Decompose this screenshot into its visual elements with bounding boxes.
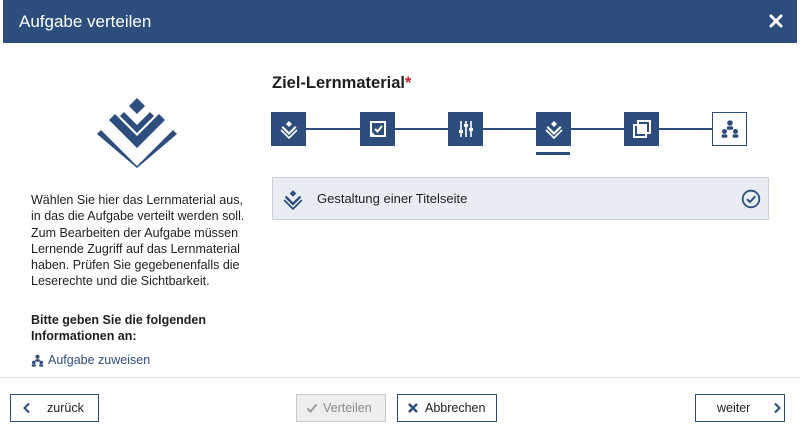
step-3-settings[interactable] bbox=[448, 112, 483, 146]
chevron-right-icon bbox=[774, 402, 782, 414]
selected-material-row[interactable]: Gestaltung einer Titelseite bbox=[272, 177, 769, 220]
sliders-icon bbox=[458, 121, 473, 137]
assign-task-label: Aufgabe zuweisen bbox=[48, 353, 151, 367]
distribute-button-label: Verteilen bbox=[323, 401, 372, 415]
step-4-material-active[interactable] bbox=[536, 112, 571, 146]
stacked-layers-logo-icon bbox=[97, 98, 177, 168]
chevron-left-icon bbox=[23, 402, 30, 414]
checkbox-edit-icon bbox=[369, 121, 386, 137]
required-marker: * bbox=[404, 74, 412, 92]
check-circle-icon bbox=[741, 189, 761, 209]
instruction-text: Wählen Sie hier das Lernmaterial aus, in… bbox=[31, 193, 245, 289]
footer-divider bbox=[0, 377, 800, 378]
dialog-title: Aufgabe verteilen bbox=[19, 12, 152, 31]
cancel-button[interactable]: Abbrechen bbox=[397, 394, 497, 422]
step-6-assign[interactable] bbox=[712, 112, 747, 146]
layers-icon bbox=[283, 189, 303, 210]
distribute-button[interactable]: Verteilen bbox=[296, 394, 386, 422]
layers-icon bbox=[279, 121, 298, 139]
wizard-stepper bbox=[271, 112, 748, 158]
step-1-layers[interactable] bbox=[271, 112, 306, 146]
section-title-text: Ziel-Lernmaterial bbox=[272, 74, 405, 92]
selected-material-label: Gestaltung einer Titelseite bbox=[317, 191, 468, 206]
back-button-label: zurück bbox=[47, 401, 84, 415]
check-icon bbox=[306, 403, 318, 413]
close-icon bbox=[408, 403, 418, 413]
required-info-heading: Bitte geben Sie die folgenden Informatio… bbox=[31, 313, 207, 344]
users-icon bbox=[721, 120, 738, 138]
step-2-check[interactable] bbox=[360, 112, 395, 146]
stepper-line bbox=[281, 128, 738, 130]
active-step-indicator bbox=[536, 152, 570, 155]
layers-icon bbox=[544, 121, 563, 139]
assign-task-link[interactable]: Aufgabe zuweisen bbox=[31, 353, 150, 367]
copy-icon bbox=[632, 120, 651, 138]
dialog-titlebar: Aufgabe verteilen bbox=[3, 0, 797, 43]
users-icon bbox=[31, 354, 44, 367]
next-button[interactable]: weiter bbox=[695, 394, 785, 422]
step-5-copy[interactable] bbox=[624, 112, 659, 146]
close-icon[interactable] bbox=[765, 10, 787, 32]
section-title: Ziel-Lernmaterial* bbox=[272, 74, 411, 93]
back-button[interactable]: zurück bbox=[10, 394, 99, 422]
next-button-label: weiter bbox=[717, 401, 751, 415]
cancel-button-label: Abbrechen bbox=[425, 401, 486, 415]
